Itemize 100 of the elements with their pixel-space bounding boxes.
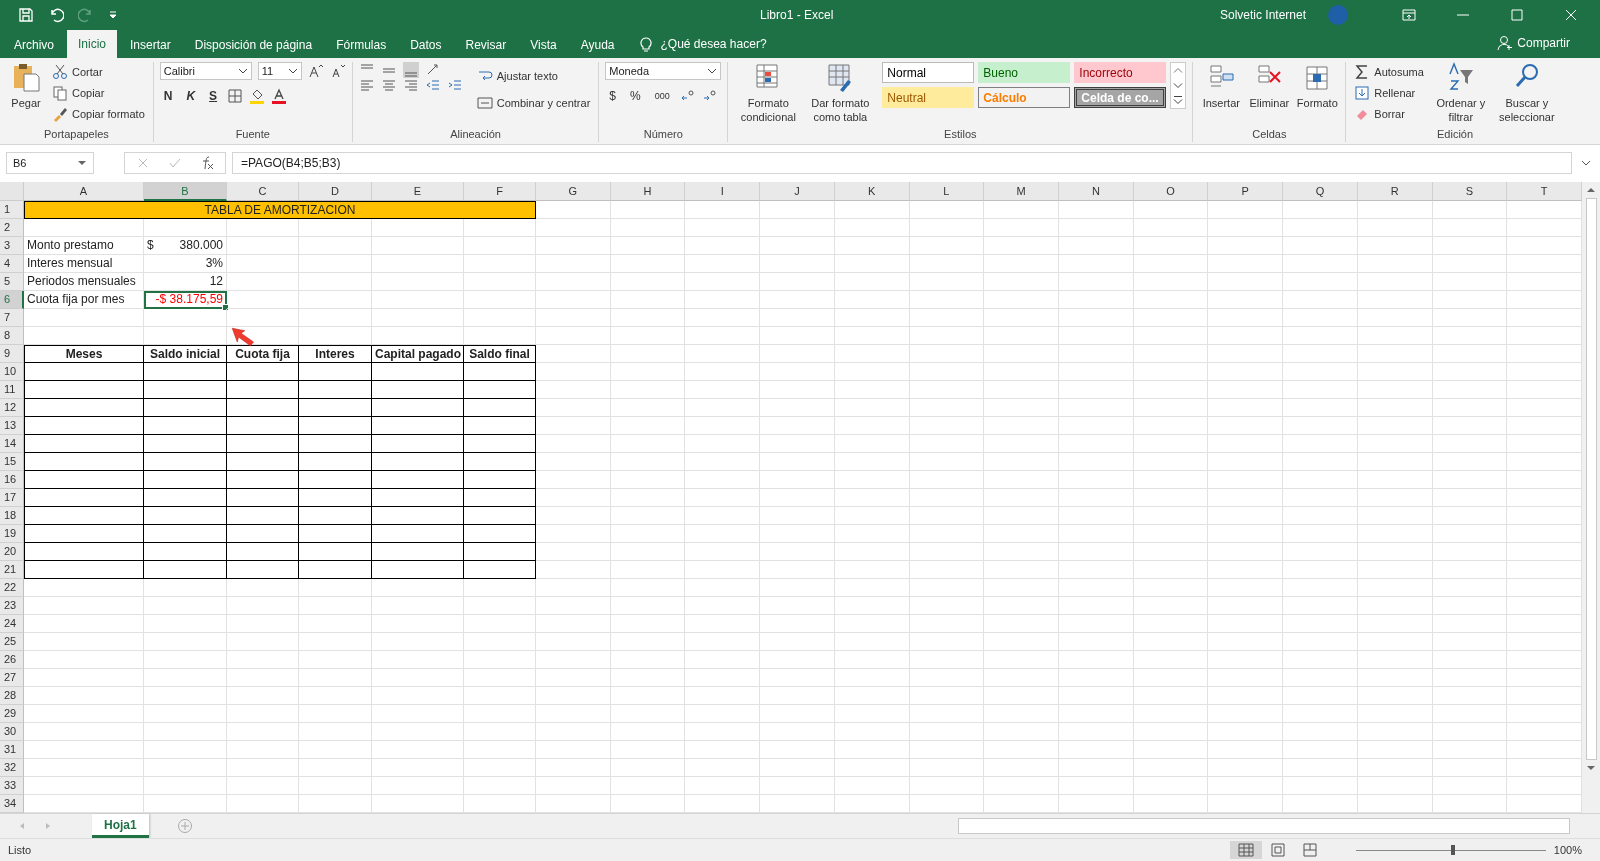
column-header[interactable]: J bbox=[760, 182, 835, 201]
merge-center-button[interactable]: Combinar y centrar bbox=[474, 93, 593, 112]
fill-color-icon[interactable] bbox=[249, 88, 266, 104]
delete-button[interactable]: Eliminar bbox=[1247, 62, 1292, 110]
column-header[interactable]: K bbox=[834, 182, 910, 201]
row-header[interactable]: 12 bbox=[0, 399, 24, 417]
column-header[interactable]: D bbox=[299, 182, 372, 201]
insert-button[interactable]: Insertar bbox=[1199, 62, 1244, 110]
column-header[interactable]: L bbox=[909, 182, 985, 201]
row-header[interactable]: 22 bbox=[0, 579, 24, 597]
cell-style-option[interactable]: Incorrecto bbox=[1074, 62, 1167, 83]
format-as-table-button[interactable]: Dar formato como tabla bbox=[806, 62, 875, 124]
column-header[interactable]: G bbox=[536, 182, 611, 201]
column-header[interactable]: P bbox=[1208, 182, 1284, 201]
sort-filter-button[interactable]: Ordenar y filtrar bbox=[1429, 62, 1492, 124]
clear-button[interactable]: Borrar bbox=[1352, 104, 1426, 123]
add-sheet-icon[interactable] bbox=[176, 818, 193, 834]
wrap-text-button[interactable]: Ajustar texto bbox=[474, 66, 593, 85]
align-right-icon[interactable] bbox=[402, 78, 419, 94]
undo-icon[interactable] bbox=[48, 7, 64, 23]
underline-button[interactable]: S bbox=[205, 89, 222, 103]
customize-icon[interactable] bbox=[108, 10, 118, 20]
row-header[interactable]: 6 bbox=[0, 291, 24, 309]
row-header[interactable]: 7 bbox=[0, 309, 24, 327]
formula-field[interactable]: =PAGO(B4;B5;B3) bbox=[232, 152, 1572, 174]
scroll-down-icon[interactable] bbox=[1586, 764, 1596, 772]
scrollbar-thumb[interactable] bbox=[1585, 198, 1597, 760]
autosum-button[interactable]: Autosuma bbox=[1352, 62, 1426, 81]
row-header[interactable]: 1 bbox=[0, 201, 24, 219]
column-header[interactable]: A bbox=[24, 182, 144, 201]
normal-view-icon[interactable] bbox=[1229, 841, 1262, 859]
row-header[interactable]: 28 bbox=[0, 687, 24, 705]
row-header[interactable]: 30 bbox=[0, 723, 24, 741]
column-header[interactable]: B bbox=[144, 182, 227, 201]
column-header[interactable]: C bbox=[227, 182, 299, 201]
horizontal-scrollbar[interactable] bbox=[958, 818, 1570, 834]
row-header[interactable]: 24 bbox=[0, 615, 24, 633]
cut-button[interactable]: Cortar bbox=[50, 62, 147, 81]
cell-style-option[interactable]: Bueno bbox=[978, 62, 1071, 83]
column-header[interactable]: H bbox=[610, 182, 686, 201]
format-button[interactable]: Formato bbox=[1295, 62, 1340, 110]
column-header[interactable]: M bbox=[984, 182, 1059, 201]
row-header[interactable]: 14 bbox=[0, 435, 24, 453]
cell-style-option[interactable]: Normal bbox=[882, 62, 975, 83]
sheet-tab[interactable]: Hoja1 bbox=[92, 814, 149, 838]
conditional-format-button[interactable]: Formato condicional bbox=[734, 62, 803, 124]
column-header[interactable]: E bbox=[372, 182, 464, 201]
row-header[interactable]: 11 bbox=[0, 381, 24, 399]
align-bottom-icon[interactable] bbox=[402, 62, 419, 78]
row-header[interactable]: 2 bbox=[0, 219, 24, 237]
row-header[interactable]: 17 bbox=[0, 489, 24, 507]
slider-thumb[interactable] bbox=[1450, 845, 1455, 855]
paste-button[interactable]: Pegar bbox=[6, 62, 46, 110]
bold-button[interactable]: N bbox=[159, 89, 177, 103]
fill-button[interactable]: Rellenar bbox=[1352, 83, 1426, 102]
ribbon-tab[interactable]: Vista bbox=[519, 32, 568, 58]
row-header[interactable]: 16 bbox=[0, 471, 24, 489]
percent-button[interactable]: % bbox=[626, 89, 645, 103]
row-header[interactable]: 19 bbox=[0, 525, 24, 543]
row-header[interactable]: 31 bbox=[0, 741, 24, 759]
align-left-icon[interactable] bbox=[358, 78, 375, 94]
shrink-font-icon[interactable] bbox=[329, 63, 346, 79]
borders-icon[interactable] bbox=[227, 88, 244, 104]
scroll-up-icon[interactable] bbox=[1586, 186, 1596, 194]
font-size-dropdown[interactable]: 11 bbox=[257, 62, 302, 80]
column-header[interactable]: Q bbox=[1283, 182, 1358, 201]
redo-icon[interactable] bbox=[78, 7, 94, 23]
column-header[interactable]: I bbox=[685, 182, 761, 201]
row-header[interactable]: 29 bbox=[0, 705, 24, 723]
ribbon-tab[interactable]: Revisar bbox=[454, 32, 518, 58]
thousands-button[interactable]: 000 bbox=[650, 91, 674, 101]
font-color-icon[interactable] bbox=[271, 88, 288, 104]
number-format-dropdown[interactable]: Moneda bbox=[605, 62, 722, 80]
cell-style-option[interactable]: Neutral bbox=[882, 87, 975, 108]
share-button[interactable]: Compartir bbox=[1491, 34, 1576, 52]
save-icon[interactable] bbox=[18, 7, 34, 23]
close-icon[interactable] bbox=[1564, 9, 1578, 21]
row-header[interactable]: 20 bbox=[0, 543, 24, 561]
format-painter-button[interactable]: Copiar formato bbox=[50, 104, 147, 123]
ribbon-tab[interactable]: Disposición de página bbox=[183, 32, 324, 58]
row-header[interactable]: 21 bbox=[0, 561, 24, 579]
ribbon-tab[interactable]: Datos bbox=[399, 32, 453, 58]
row-header[interactable]: 8 bbox=[0, 327, 24, 345]
row-header[interactable]: 23 bbox=[0, 597, 24, 615]
row-header[interactable]: 3 bbox=[0, 237, 24, 255]
maximize-icon[interactable] bbox=[1510, 9, 1524, 21]
row-header[interactable]: 32 bbox=[0, 759, 24, 777]
row-header[interactable]: 25 bbox=[0, 633, 24, 651]
row-header[interactable]: 4 bbox=[0, 255, 24, 273]
row-header[interactable]: 10 bbox=[0, 363, 24, 381]
ribbon-tab[interactable]: Ayuda bbox=[569, 32, 626, 58]
ribbon-display-icon[interactable] bbox=[1402, 9, 1416, 21]
row-header[interactable]: 26 bbox=[0, 651, 24, 669]
column-header[interactable]: R bbox=[1357, 182, 1433, 201]
align-center-icon[interactable] bbox=[380, 78, 397, 94]
column-header[interactable]: T bbox=[1507, 182, 1582, 201]
tell-me-field[interactable]: ¿Qué desea hacer? bbox=[660, 37, 767, 51]
avatar-icon[interactable] bbox=[1328, 5, 1348, 25]
zoom-level[interactable]: 100% bbox=[1553, 844, 1582, 856]
ribbon-tab[interactable]: Inicio bbox=[67, 30, 118, 58]
